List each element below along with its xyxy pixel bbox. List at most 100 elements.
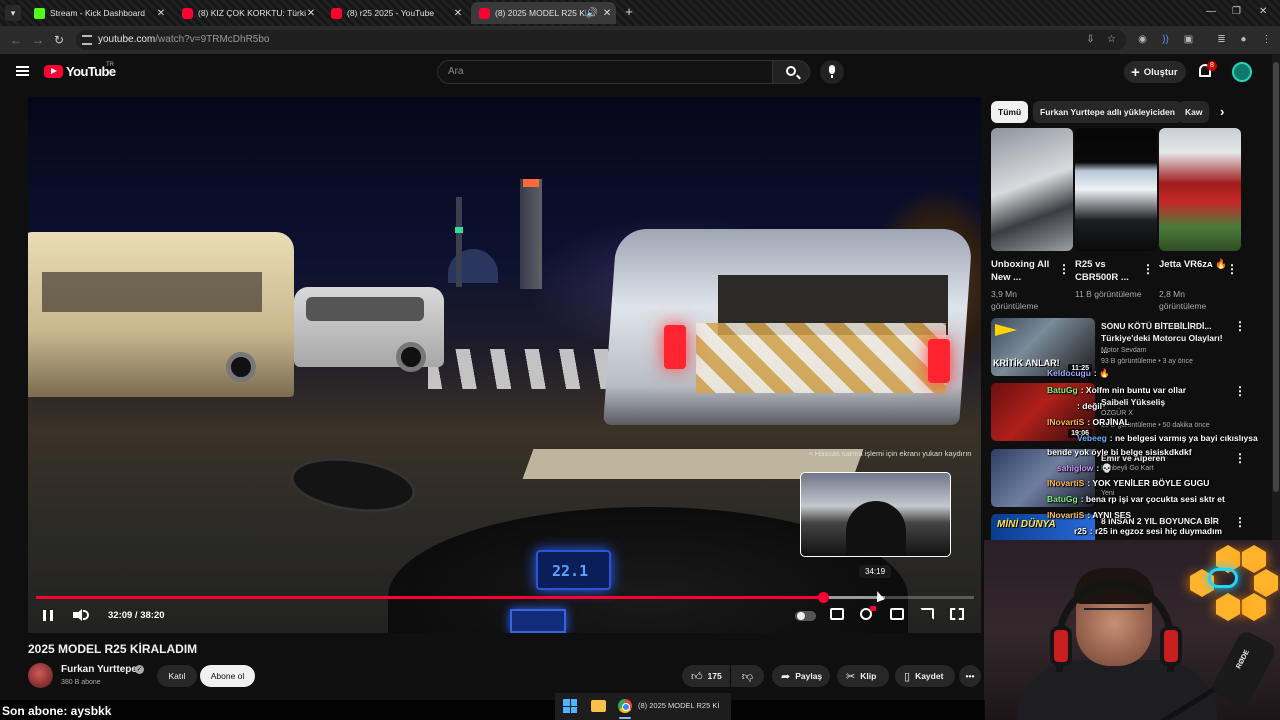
close-tab-icon[interactable]: ✕	[306, 8, 316, 19]
tab-title: (8) KIZ ÇOK KORKTU: Türkiye'de	[198, 8, 306, 18]
chip-from-uploader[interactable]: Furkan Yurttepe adlı yükleyiciden	[1033, 101, 1182, 123]
account-avatar[interactable]	[1232, 62, 1252, 82]
save-button[interactable]: ▯ Kaydet	[895, 665, 955, 687]
close-tab-icon[interactable]: ✕	[155, 8, 167, 19]
tab-title: (8) r25 2025 - YouTube	[347, 8, 435, 18]
windows-start-icon[interactable]	[563, 699, 577, 713]
kebab-menu-icon[interactable]: ⋮	[1142, 262, 1154, 276]
search-box[interactable]	[437, 60, 772, 84]
browser-tab-kiz[interactable]: (8) KIZ ÇOK KORKTU: Türkiye'de ✕	[174, 2, 320, 24]
chip-all[interactable]: Tümü	[991, 101, 1029, 123]
clip-button[interactable]: ✂ Klip	[837, 665, 889, 687]
active-app-indicator	[619, 717, 631, 719]
extension-incognito-icon[interactable]: ◉	[1137, 34, 1148, 45]
chat-message: lNovartiS: YOK YENİLER BÖYLE GUGU	[1047, 478, 1209, 488]
short-title[interactable]: R25 vs CBR500R ...	[1075, 258, 1145, 284]
profile-avatar-icon[interactable]: ●	[1238, 34, 1249, 45]
hamburger-menu-icon[interactable]	[16, 66, 29, 76]
more-actions-button[interactable]: •••	[959, 665, 981, 687]
kebab-menu-icon[interactable]: ⋮	[1234, 319, 1246, 333]
browser-tab-r25[interactable]: (8) r25 2025 - YouTube ✕	[323, 2, 468, 24]
youtube-logo-icon[interactable]	[44, 65, 63, 78]
video-title-link[interactable]: Şaibeli Yükseliş	[1101, 396, 1231, 408]
extension-audio-icon[interactable]: ))	[1160, 34, 1171, 45]
kebab-menu-icon[interactable]: ⋮	[1234, 384, 1246, 398]
chat-text: : Xolfm nin buntu var ollar	[1080, 385, 1187, 395]
restore-icon[interactable]: ❐	[1232, 6, 1241, 17]
chat-text: : değil	[1077, 401, 1103, 411]
short-thumbnail[interactable]	[1075, 128, 1157, 251]
install-app-icon[interactable]: ⇩	[1085, 34, 1096, 45]
address-bar[interactable]: youtube.com/watch?v=9TRMcDhR5bo ⇩ ☆	[76, 30, 1126, 50]
precise-seek-text: Hassas sarma işlemi için ekranı yukarı k…	[814, 449, 972, 458]
chevron-right-icon[interactable]: ›	[1220, 104, 1224, 119]
reload-icon[interactable]: ↻	[54, 33, 64, 47]
create-button[interactable]: + Oluştur	[1124, 61, 1186, 83]
kebab-menu-icon[interactable]: ⋮	[1234, 515, 1246, 529]
chrome-icon[interactable]	[618, 699, 632, 713]
kebab-menu-icon[interactable]: ⋮	[1226, 262, 1238, 276]
short-views: 2,8 Mn görüntüleme	[1159, 289, 1207, 311]
forward-arrow-icon[interactable]: →	[32, 33, 44, 47]
chat-text: : AYNI SES	[1087, 510, 1132, 520]
extensions-puzzle-icon[interactable]: ▣	[1183, 34, 1194, 45]
save-label: Kaydet	[915, 671, 944, 681]
pause-button-icon[interactable]	[43, 610, 53, 621]
youtube-header: YouTube TR + Oluştur 8	[0, 54, 1272, 90]
chat-username: BatuGg	[1047, 494, 1078, 504]
browser-tab-active[interactable]: (8) 2025 MODEL R25 KİRAL 🔊 ✕	[471, 2, 616, 24]
progress-bar[interactable]	[36, 592, 974, 603]
subtitles-button-icon[interactable]	[830, 608, 844, 620]
video-title: 2025 MODEL R25 KİRALADIM	[28, 642, 198, 656]
browser-tab-kick[interactable]: Stream - Kick Dashboard ✕	[26, 2, 171, 24]
taskbar-window-label[interactable]: (8) 2025 MODEL R25 Kİ	[638, 701, 719, 710]
scrollbar-thumb[interactable]	[1273, 62, 1279, 492]
tab-search-icon[interactable]: ▾	[5, 5, 21, 21]
search-input[interactable]	[448, 66, 748, 77]
search-button[interactable]	[772, 60, 810, 84]
like-button[interactable]: 👍︎ 175	[682, 665, 730, 687]
channel-name[interactable]: Kimbeyli Go Kart	[1101, 464, 1236, 474]
chat-message: Vebeeg: ne belgesi varmış ya bayi cıkısl…	[1077, 433, 1258, 443]
dislike-button[interactable]: 👎︎	[731, 665, 764, 687]
browser-menu-icon[interactable]: ⋮	[1261, 34, 1272, 45]
short-thumbnail[interactable]	[1159, 128, 1241, 251]
short-title[interactable]: Jetta VR6ᴢᴀ 🔥	[1159, 258, 1229, 271]
chat-text: : bena rp işi var çocukta sesi sktr et	[1080, 494, 1225, 504]
site-info-icon[interactable]	[82, 35, 92, 45]
seek-preview-thumbnail	[800, 472, 951, 557]
video-player[interactable]: 22.1 ≈ Hassas sarma işlemi için ekranı y…	[28, 97, 981, 633]
fullscreen-button-icon[interactable]	[950, 608, 964, 620]
channel-avatar[interactable]	[28, 663, 53, 688]
progress-scrubber-handle[interactable]	[817, 592, 829, 603]
chip-kaw[interactable]: Kaw	[1178, 101, 1210, 123]
minimize-icon[interactable]: —	[1206, 6, 1216, 17]
cast-button-icon[interactable]	[920, 608, 934, 620]
autoplay-toggle[interactable]	[795, 611, 816, 621]
short-thumbnail[interactable]	[991, 128, 1073, 251]
file-explorer-icon[interactable]	[591, 700, 606, 712]
short-views: 3,9 Mn görüntüleme	[991, 289, 1039, 311]
last-subscriber-text: Son abone: aysbkk	[2, 704, 112, 718]
new-tab-plus-icon[interactable]: +	[622, 5, 636, 19]
speedometer-reading: 22.1	[552, 562, 589, 580]
channel-name[interactable]: Motor Sevdam	[1101, 346, 1236, 356]
reading-list-icon[interactable]: ≣	[1216, 34, 1227, 45]
channel-name[interactable]: Furkan Yurttepe	[61, 664, 137, 675]
windows-taskbar: (8) 2025 MODEL R25 Kİ	[555, 693, 731, 720]
back-arrow-icon[interactable]: ←	[10, 33, 22, 47]
speaker-icon[interactable]: 🔊	[586, 8, 598, 19]
voice-search-button[interactable]	[820, 60, 844, 84]
join-button[interactable]: Katıl	[157, 665, 197, 687]
short-title[interactable]: Unboxing All New ...	[991, 258, 1061, 284]
share-button[interactable]: ➦ Paylaş	[772, 665, 830, 687]
kebab-menu-icon[interactable]: ⋮	[1234, 451, 1246, 465]
more-horizontal-icon: •••	[965, 671, 975, 681]
bookmark-star-icon[interactable]: ☆	[1106, 34, 1117, 45]
close-tab-icon[interactable]: ✕	[452, 8, 464, 19]
close-window-icon[interactable]: ✕	[1259, 6, 1267, 17]
close-tab-icon[interactable]: ✕	[602, 8, 612, 19]
subscribe-button[interactable]: Abone ol	[200, 665, 255, 687]
kebab-menu-icon[interactable]: ⋮	[1058, 262, 1070, 276]
miniplayer-button-icon[interactable]	[890, 608, 904, 620]
